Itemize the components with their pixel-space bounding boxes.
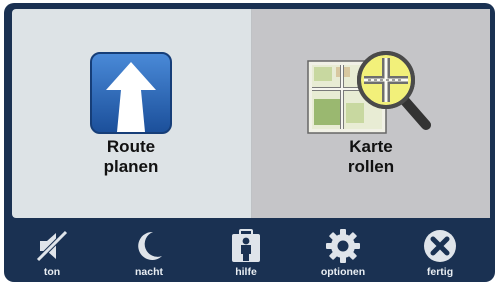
fertig-button[interactable]: fertig bbox=[392, 222, 488, 282]
mute-speaker-icon bbox=[36, 230, 68, 262]
help-person-icon bbox=[232, 229, 260, 262]
hilfe-button[interactable]: hilfe bbox=[198, 222, 294, 282]
karte-rollen-tile[interactable]: Karte rollen bbox=[251, 9, 490, 218]
nacht-label: nacht bbox=[134, 266, 163, 278]
nacht-button[interactable]: nacht bbox=[101, 222, 197, 282]
optionen-label: optionen bbox=[320, 266, 366, 278]
ton-label: ton bbox=[43, 266, 61, 278]
main-menu-panel: Route planen Karte rollen bbox=[12, 9, 490, 218]
route-arrow-icon bbox=[90, 52, 172, 134]
moon-icon bbox=[138, 231, 162, 260]
fertig-label: fertig bbox=[426, 266, 454, 278]
screen-frame: Route planen Karte rollen ton nacht hilf… bbox=[4, 3, 495, 282]
hilfe-label: hilfe bbox=[235, 266, 257, 278]
optionen-button[interactable]: optionen bbox=[295, 222, 391, 282]
gear-icon bbox=[326, 229, 360, 263]
close-icon bbox=[424, 230, 456, 262]
map-magnifier-icon bbox=[307, 51, 431, 134]
bottom-toolbar: ton nacht hilfe optionen fertig bbox=[4, 222, 495, 282]
route-planen-tile[interactable]: Route planen bbox=[12, 9, 250, 218]
route-planen-label: Route planen bbox=[103, 137, 159, 176]
karte-rollen-label: Karte rollen bbox=[347, 137, 395, 176]
ton-button[interactable]: ton bbox=[4, 222, 100, 282]
